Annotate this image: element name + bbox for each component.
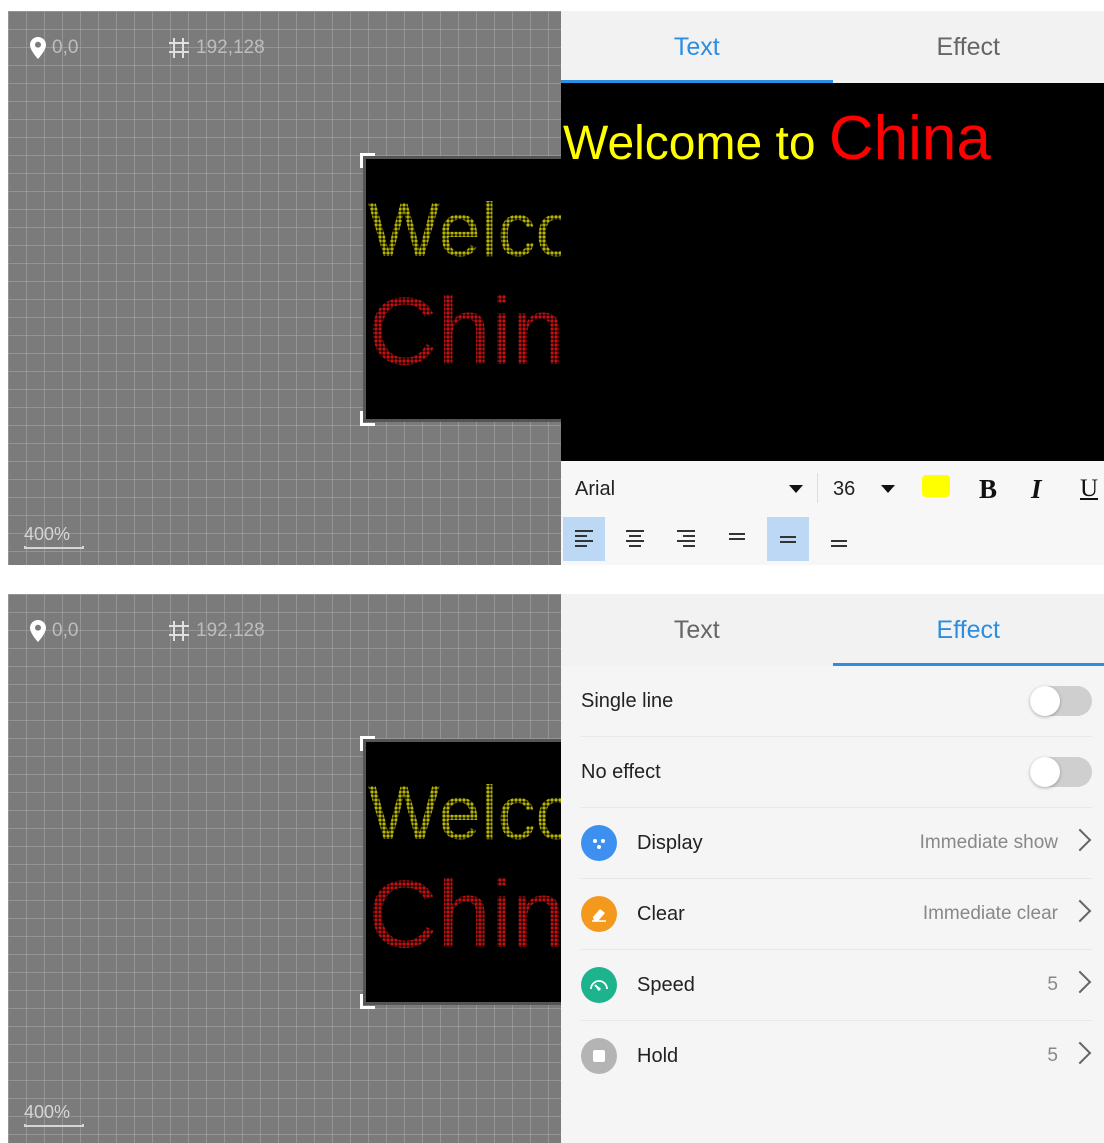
align-center-icon [626, 530, 644, 547]
hold-label: Hold [637, 1044, 679, 1067]
speed-row[interactable]: Speed 5 [581, 950, 1092, 1021]
no-effect-label: No effect [581, 760, 661, 783]
effect-tab-screen: 0,0 192,128 Welco Chin 400% Text Effect … [8, 594, 1104, 1143]
font-dropdown-icon[interactable] [789, 485, 803, 493]
speedometer-icon [581, 967, 617, 1003]
led-program-area[interactable]: Welco Chin [363, 739, 561, 1005]
format-toolbar: Arial 36 B I U [561, 461, 1104, 565]
speed-label: Speed [637, 973, 695, 996]
preview-text-line: Welcome to China [563, 103, 991, 174]
align-center-button[interactable] [614, 517, 656, 561]
align-middle-button[interactable] [767, 517, 809, 561]
no-effect-row: No effect [581, 737, 1092, 808]
clear-row[interactable]: Clear Immediate clear [581, 879, 1092, 950]
text-tab-screen: 0,0 192,128 Welco Chin 400% Text Effect … [8, 11, 1104, 565]
size-value: 192,128 [196, 37, 265, 58]
tab-text[interactable]: Text [561, 11, 833, 83]
size-readout: 192,128 [168, 620, 265, 642]
chevron-right-icon [1068, 828, 1092, 852]
bold-button[interactable]: B [979, 474, 997, 505]
position-value: 0,0 [52, 37, 79, 58]
chevron-right-icon [1068, 970, 1092, 994]
resize-handle-top-left[interactable] [360, 736, 375, 751]
tab-bar: Text Effect [561, 11, 1104, 83]
preview-text-yellow: Welcome to [563, 117, 829, 170]
led-text-line-1: Welco [368, 770, 561, 857]
hold-value: 5 [1047, 1045, 1058, 1066]
font-select[interactable]: Arial [575, 478, 615, 501]
font-row: Arial 36 B I U [561, 469, 1104, 509]
toggle-knob [1030, 686, 1060, 716]
tab-effect[interactable]: Effect [832, 594, 1104, 666]
display-value: Immediate show [919, 832, 1058, 853]
effect-settings-list: Single line No effect Display Immediate … [581, 666, 1092, 1091]
italic-button[interactable]: I [1031, 474, 1042, 505]
eraser-icon [581, 896, 617, 932]
resize-handle-bottom-left[interactable] [360, 994, 375, 1009]
led-program-area[interactable]: Welco Chin [363, 156, 561, 422]
size-dropdown-icon[interactable] [881, 485, 895, 493]
align-top-icon [729, 533, 745, 540]
led-text-line-2: Chin [368, 277, 561, 387]
clear-label: Clear [637, 902, 685, 925]
single-line-row: Single line [581, 666, 1092, 737]
speed-value: 5 [1047, 974, 1058, 995]
divider [817, 473, 818, 503]
tab-effect[interactable]: Effect [833, 11, 1104, 83]
grid-size-icon [168, 620, 190, 642]
led-text-line-2: Chin [368, 860, 561, 970]
location-pin-icon [30, 37, 46, 59]
tab-bar: Text Effect [561, 594, 1104, 666]
font-size-select[interactable]: 36 [833, 478, 855, 501]
led-text-line-1: Welco [368, 187, 561, 274]
display-dots-icon [581, 825, 617, 861]
size-value: 192,128 [196, 620, 265, 641]
text-color-swatch[interactable] [922, 475, 950, 497]
text-preview[interactable]: Welcome to China [561, 83, 1104, 461]
align-bottom-icon [831, 540, 847, 547]
led-canvas[interactable]: 0,0 192,128 Welco Chin 400% [8, 594, 561, 1143]
display-label: Display [637, 831, 703, 854]
tab-text[interactable]: Text [561, 594, 833, 666]
grid-size-icon [168, 37, 190, 59]
align-left-icon [575, 530, 593, 547]
editor-panel: Text Effect Single line No effect Displa… [561, 594, 1104, 1143]
size-readout: 192,128 [168, 37, 265, 59]
chevron-right-icon [1068, 1041, 1092, 1065]
preview-text-red: China [828, 104, 991, 173]
align-top-button[interactable] [716, 517, 758, 561]
clear-value: Immediate clear [922, 903, 1058, 924]
stop-icon [581, 1038, 617, 1074]
zoom-level: 400% [24, 1102, 71, 1122]
no-effect-toggle[interactable] [1030, 757, 1092, 787]
resize-handle-bottom-left[interactable] [360, 411, 375, 426]
align-left-button[interactable] [563, 517, 605, 561]
position-value: 0,0 [52, 620, 79, 641]
single-line-label: Single line [581, 689, 674, 712]
align-right-icon [677, 530, 695, 547]
hold-row[interactable]: Hold 5 [581, 1021, 1092, 1091]
align-middle-icon [780, 536, 796, 543]
zoom-level: 400% [24, 524, 71, 544]
position-readout: 0,0 [30, 620, 78, 642]
location-pin-icon [30, 620, 46, 642]
chevron-right-icon [1068, 899, 1092, 923]
resize-handle-top-left[interactable] [360, 153, 375, 168]
editor-panel: Text Effect Welcome to China Arial 36 B … [561, 11, 1104, 565]
single-line-toggle[interactable] [1030, 686, 1092, 716]
toggle-knob [1030, 757, 1060, 787]
underline-button[interactable]: U [1080, 475, 1098, 503]
zoom-scale-bar [24, 1124, 84, 1127]
led-canvas[interactable]: 0,0 192,128 Welco Chin 400% [8, 11, 561, 565]
position-readout: 0,0 [30, 37, 78, 59]
align-right-button[interactable] [665, 517, 707, 561]
align-bottom-button[interactable] [818, 517, 860, 561]
display-row[interactable]: Display Immediate show [581, 808, 1092, 879]
zoom-scale-bar [24, 546, 84, 549]
